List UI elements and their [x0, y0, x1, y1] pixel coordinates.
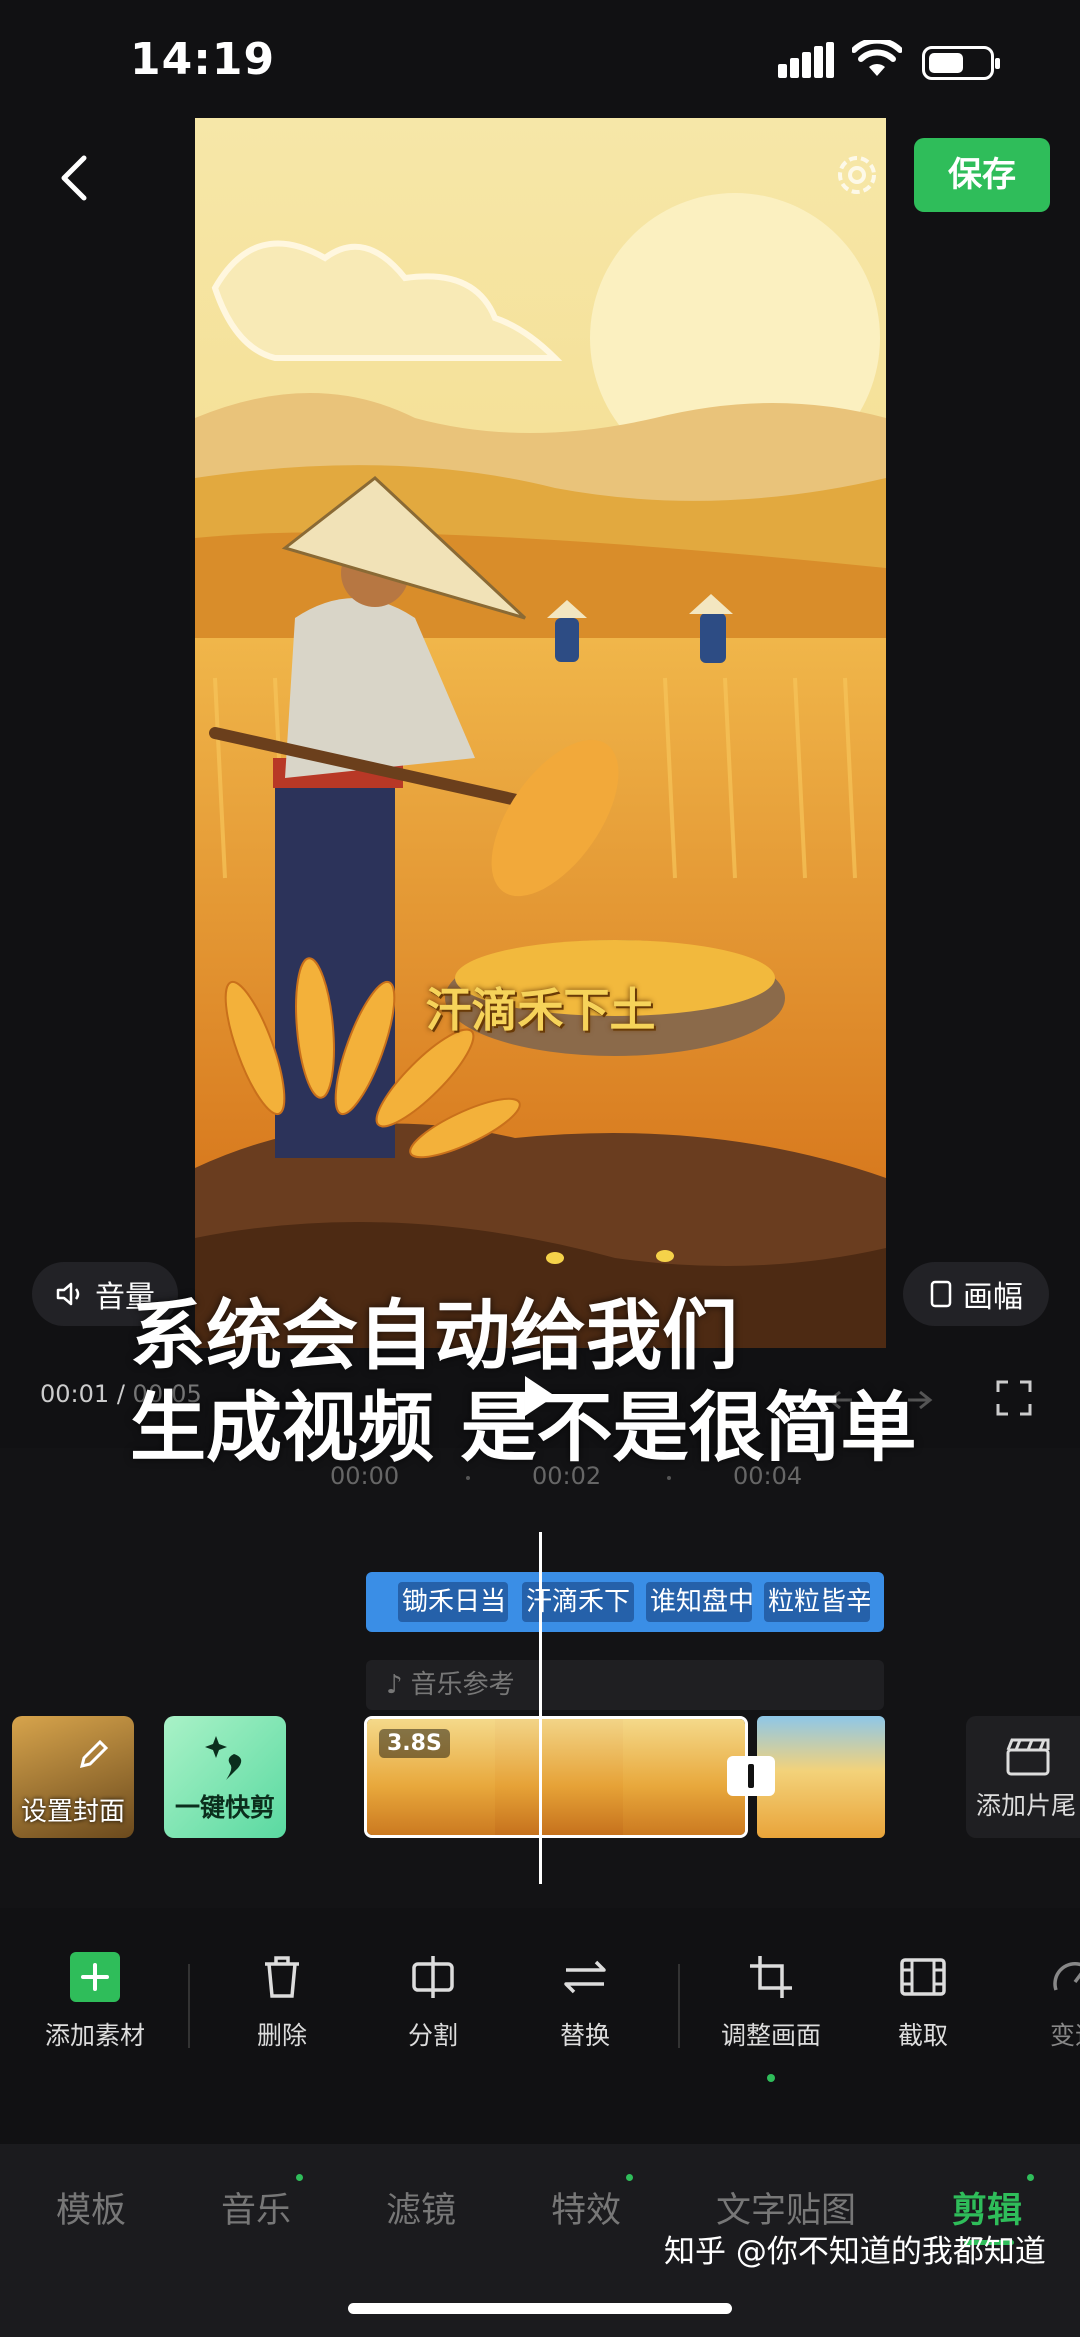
speedometer-icon	[1053, 1962, 1080, 1991]
set-cover-button[interactable]: 设置封面	[12, 1716, 134, 1838]
pencil-icon	[79, 1739, 109, 1769]
watermark: 知乎 @你不知道的我都知道	[664, 2234, 1046, 2270]
clip-trim-handle[interactable]	[727, 1756, 775, 1796]
new-indicator-dot	[1027, 2174, 1034, 2181]
subtitle-chip[interactable]: 粒粒皆辛	[764, 1582, 870, 1622]
split-icon	[412, 1956, 454, 1998]
split-button[interactable]: 分割	[368, 1952, 498, 2052]
delete-button[interactable]: 删除	[217, 1952, 347, 2052]
tab-effects[interactable]: 特效	[551, 2182, 621, 2233]
status-time: 14:19	[130, 34, 276, 85]
music-note-icon: ♪	[386, 1670, 403, 1700]
wifi-icon	[852, 40, 902, 76]
signal-icon	[778, 42, 834, 78]
new-indicator-dot	[767, 2074, 775, 2082]
aspect-ratio-icon	[930, 1280, 952, 1308]
fullscreen-icon[interactable]	[994, 1378, 1034, 1418]
home-indicator[interactable]	[348, 2303, 732, 2314]
ratio-label: 画幅	[963, 1280, 1023, 1315]
add-material-button[interactable]: 添加素材	[30, 1952, 160, 2052]
subtitle-chip[interactable]: 锄禾日当	[398, 1582, 508, 1622]
speed-button[interactable]: 变速	[1010, 1952, 1080, 2052]
replace-button[interactable]: 替换	[520, 1952, 650, 2052]
save-button[interactable]: 保存	[914, 138, 1050, 212]
back-icon[interactable]	[48, 150, 104, 206]
tab-music[interactable]: 音乐	[221, 2182, 291, 2233]
sparkle-icon	[205, 1736, 242, 1780]
status-bar: 14:19	[0, 0, 1080, 120]
adjust-frame-button[interactable]: 调整画面	[706, 1952, 836, 2082]
trim-button[interactable]: 截取	[858, 1952, 988, 2052]
clip-duration: 3.8S	[379, 1729, 450, 1758]
film-icon	[900, 1958, 946, 1996]
new-indicator-dot	[626, 2174, 633, 2181]
playhead[interactable]	[539, 1532, 542, 1884]
trash-icon	[265, 1956, 299, 1998]
clapperboard-icon	[1006, 1738, 1050, 1776]
aspect-ratio-button[interactable]: 画幅	[903, 1262, 1049, 1326]
play-icon[interactable]	[525, 1376, 555, 1416]
subtitle-chip[interactable]: 谁知盘中	[646, 1582, 752, 1622]
battery-icon	[922, 46, 1000, 80]
tab-filter[interactable]: 滤镜	[386, 2182, 456, 2233]
settings-icon[interactable]	[830, 148, 884, 202]
subtitle-track[interactable]: 锄禾日当 汗滴禾下 谁知盘中 粒粒皆辛	[366, 1572, 884, 1632]
new-indicator-dot	[296, 2174, 303, 2181]
music-track[interactable]: ♪ 音乐参考	[366, 1660, 884, 1710]
crop-icon	[750, 1956, 792, 1998]
video-clip[interactable]: 3.8S	[364, 1716, 748, 1838]
edit-toolbar: 添加素材 删除 分割 替换 调整画面 截取 变	[0, 1940, 1080, 2082]
add-ending-button[interactable]: 添加片尾	[966, 1716, 1080, 1838]
swap-icon	[564, 1960, 606, 1994]
video-clip[interactable]	[757, 1716, 885, 1838]
tab-template[interactable]: 模板	[56, 2182, 126, 2233]
speaker-icon	[56, 1282, 80, 1306]
overlay-caption: 系统会自动给我们 生成视频 是不是很简单	[130, 1291, 917, 1472]
preview-illustration	[195, 118, 886, 1348]
quick-edit-button[interactable]: 一键快剪	[164, 1716, 286, 1838]
video-preview[interactable]: 汗滴禾下土	[195, 118, 886, 1348]
timeline[interactable]: 00:00 00:02 00:04 锄禾日当 汗滴禾下 谁知盘中 粒粒皆辛 ♪ 音…	[0, 1448, 1080, 1908]
plus-icon	[70, 1952, 120, 2002]
current-time: 00:01	[40, 1380, 110, 1408]
preview-subtitle: 汗滴禾下土	[425, 983, 656, 1037]
